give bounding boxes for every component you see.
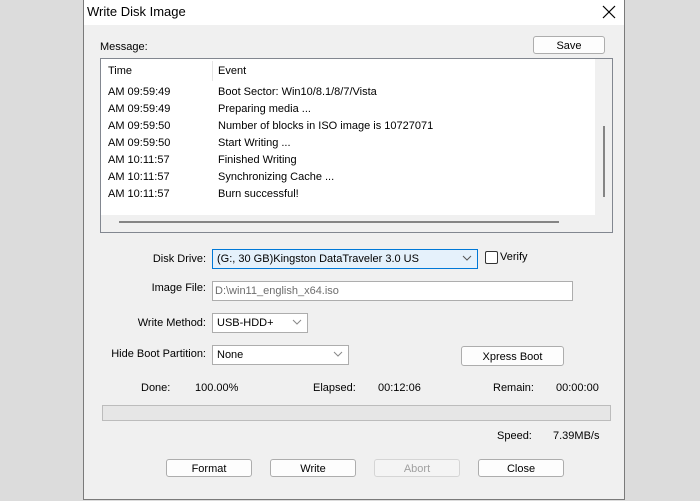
- chevron-down-icon: [292, 319, 302, 325]
- disk-drive-select[interactable]: (G:, 30 GB)Kingston DataTraveler 3.0 US: [212, 249, 478, 269]
- log-row[interactable]: AM 09:59:50 Start Writing ...: [101, 137, 595, 154]
- done-label: Done:: [141, 382, 171, 394]
- image-file-label: Image File:: [151, 282, 206, 294]
- log-time: AM 09:59:49: [108, 103, 171, 115]
- done-value: 100.00%: [195, 382, 239, 394]
- chevron-down-icon: [462, 255, 472, 261]
- verify-label[interactable]: Verify: [500, 251, 528, 263]
- write-method-select[interactable]: USB-HDD+: [212, 313, 308, 333]
- save-button[interactable]: Save: [533, 36, 605, 54]
- log-event: Synchronizing Cache ...: [218, 171, 335, 183]
- remain-label: Remain:: [493, 382, 534, 394]
- image-file-input[interactable]: [215, 284, 565, 298]
- vertical-scroll-thumb[interactable]: [603, 126, 605, 197]
- close-button[interactable]: Close: [478, 459, 564, 477]
- log-time: AM 10:11:57: [108, 188, 170, 200]
- log-time: AM 09:59:50: [108, 120, 171, 132]
- write-progress-bar: [102, 405, 611, 421]
- log-time: AM 10:11:57: [108, 154, 170, 166]
- column-header-time[interactable]: Time: [108, 65, 132, 77]
- log-row[interactable]: AM 09:59:50 Number of blocks in ISO imag…: [101, 120, 595, 137]
- log-event: Number of blocks in ISO image is 1072707…: [218, 120, 434, 132]
- log-event: Burn successful!: [218, 188, 299, 200]
- close-icon[interactable]: [598, 1, 620, 23]
- chevron-down-icon: [333, 351, 343, 357]
- speed-value: 7.39MB/s: [553, 430, 600, 442]
- horizontal-scrollbar[interactable]: [101, 215, 612, 232]
- write-button[interactable]: Write: [270, 459, 356, 477]
- write-method-label: Write Method:: [137, 317, 206, 329]
- column-divider[interactable]: [212, 61, 213, 81]
- log-content: Time Event AM 09:59:49 Boot Sector: Win1…: [101, 59, 595, 215]
- log-row[interactable]: AM 09:59:49 Boot Sector: Win10/8.1/8/7/V…: [101, 86, 595, 103]
- log-time: AM 09:59:50: [108, 137, 171, 149]
- hide-boot-partition-value: None: [217, 349, 244, 361]
- horizontal-scroll-thumb[interactable]: [119, 221, 559, 223]
- elapsed-value: 00:12:06: [378, 382, 421, 394]
- log-row[interactable]: AM 10:11:57 Synchronizing Cache ...: [101, 171, 595, 188]
- remain-value: 00:00:00: [556, 382, 599, 394]
- abort-button[interactable]: Abort: [374, 459, 460, 477]
- format-button[interactable]: Format: [166, 459, 252, 477]
- log-event: Boot Sector: Win10/8.1/8/7/Vista: [218, 86, 377, 98]
- log-row[interactable]: AM 10:11:57 Finished Writing: [101, 154, 595, 171]
- column-header-event[interactable]: Event: [218, 65, 246, 77]
- image-file-field[interactable]: [212, 281, 573, 301]
- xpress-boot-button[interactable]: Xpress Boot: [461, 346, 564, 366]
- message-log-list[interactable]: Time Event AM 09:59:49 Boot Sector: Win1…: [100, 58, 613, 233]
- log-time: AM 09:59:49: [108, 86, 171, 98]
- log-event: Finished Writing: [218, 154, 297, 166]
- log-time: AM 10:11:57: [108, 171, 170, 183]
- speed-label: Speed:: [497, 430, 532, 442]
- message-label: Message:: [100, 41, 148, 53]
- disk-drive-value: (G:, 30 GB)Kingston DataTraveler 3.0 US: [217, 253, 419, 265]
- dialog-title: Write Disk Image: [87, 4, 186, 19]
- hide-boot-partition-label: Hide Boot Partition:: [111, 348, 206, 360]
- write-method-value: USB-HDD+: [217, 317, 274, 329]
- log-row[interactable]: AM 10:11:57 Burn successful!: [101, 188, 595, 205]
- log-event: Start Writing ...: [218, 137, 291, 149]
- vertical-scrollbar[interactable]: [595, 59, 612, 215]
- title-bar: Write Disk Image: [84, 0, 624, 25]
- log-row[interactable]: AM 09:59:49 Preparing media ...: [101, 103, 595, 120]
- verify-checkbox[interactable]: [485, 251, 498, 264]
- hide-boot-partition-select[interactable]: None: [212, 345, 349, 365]
- elapsed-label: Elapsed:: [313, 382, 356, 394]
- disk-drive-label: Disk Drive:: [152, 253, 206, 265]
- write-disk-image-dialog: Write Disk Image Message: Save Time Even…: [83, 0, 625, 500]
- log-event: Preparing media ...: [218, 103, 311, 115]
